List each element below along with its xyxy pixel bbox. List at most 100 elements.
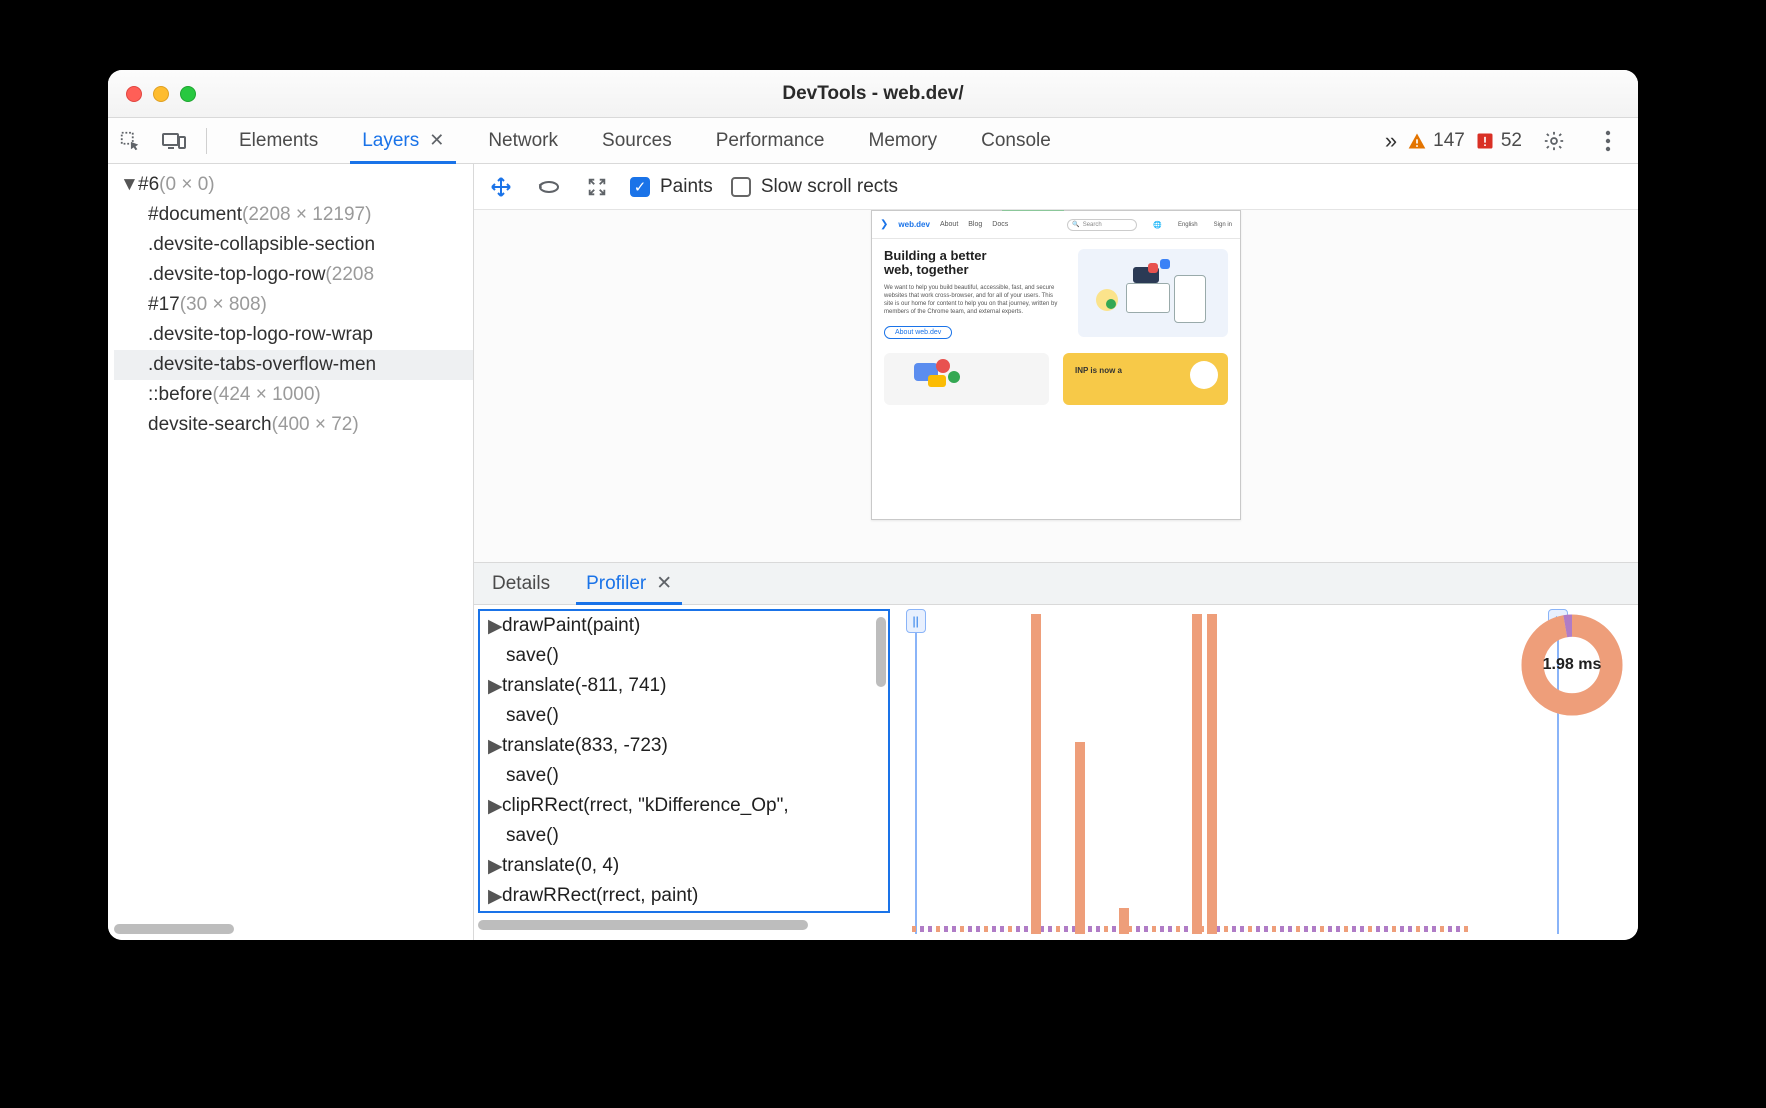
card-title: INP is now a <box>1075 366 1122 375</box>
window-title: DevTools - web.dev/ <box>108 83 1638 105</box>
pan-icon[interactable] <box>486 172 516 202</box>
tab-label: Elements <box>239 130 318 152</box>
tree-item[interactable]: devsite-search(400 × 72) <box>114 410 473 440</box>
caret-right-icon: ▶ <box>488 855 502 878</box>
timeline-bar <box>1075 742 1085 934</box>
layers-tree[interactable]: ▼ #6 (0 × 0) #document(2208 × 12197) .de… <box>108 164 473 440</box>
tab-label: Console <box>981 130 1051 152</box>
nav-item: Blog <box>968 221 982 228</box>
call-row[interactable]: ▶translate(-811, 741) <box>480 671 888 701</box>
close-window-button[interactable] <box>126 86 142 102</box>
tab-label: Profiler <box>586 573 646 595</box>
range-handle-left[interactable]: || <box>915 609 917 934</box>
preview-dropdown: Patterns Case studies <box>1002 210 1064 211</box>
tab-label: Performance <box>716 130 825 152</box>
tab-console[interactable]: Console <box>959 118 1073 163</box>
tree-root[interactable]: ▼ #6 (0 × 0) <box>114 170 473 200</box>
tree-item[interactable]: .devsite-top-logo-row(2208 <box>114 260 473 290</box>
inspect-element-icon[interactable] <box>112 123 148 159</box>
call-row[interactable]: ▶translate(833, -723) <box>480 731 888 761</box>
tree-label: #17 <box>148 294 180 316</box>
checkbox-checked-icon: ✓ <box>630 177 650 197</box>
tab-label: Details <box>492 573 550 595</box>
chevron-right-icon: ❯ <box>880 219 888 230</box>
checkbox-label: Paints <box>660 176 713 198</box>
minimize-window-button[interactable] <box>153 86 169 102</box>
rotate-icon[interactable] <box>534 172 564 202</box>
calls-scrollbar[interactable] <box>478 919 890 931</box>
kebab-menu-icon[interactable] <box>1590 123 1626 159</box>
call-row[interactable]: ▶drawPaint(paint) <box>480 611 888 641</box>
nav-item: Docs <box>992 221 1008 228</box>
tab-details[interactable]: Details <box>474 563 568 604</box>
warnings-number: 147 <box>1433 130 1465 152</box>
reset-view-icon[interactable] <box>582 172 612 202</box>
call-text: drawPaint(paint) <box>502 615 640 637</box>
paint-timeline[interactable]: || || 1.98 ms <box>900 609 1630 934</box>
timeline-bar <box>1192 614 1202 934</box>
search-placeholder: Search <box>1083 222 1102 228</box>
call-text: save() <box>506 765 559 787</box>
tree-label: .devsite-top-logo-row <box>148 264 325 286</box>
tab-elements[interactable]: Elements <box>217 118 340 163</box>
settings-icon[interactable] <box>1536 123 1572 159</box>
tab-layers[interactable]: Layers ✕ <box>340 118 466 163</box>
call-row[interactable]: save() <box>480 701 888 731</box>
titlebar: DevTools - web.dev/ <box>108 70 1638 118</box>
tab-profiler[interactable]: Profiler ✕ <box>568 563 690 604</box>
call-row[interactable]: ▶clipRRect(rrect, "kDifference_Op", <box>480 791 888 821</box>
call-row[interactable]: save() <box>480 761 888 791</box>
search-box: 🔍 Search <box>1067 219 1137 231</box>
divider <box>206 128 207 154</box>
preview-header: ❯ web.dev About Blog Docs 🔍Search 🌐 Engl… <box>872 211 1240 239</box>
caret-right-icon: ▶ <box>488 795 502 818</box>
checkbox-empty-icon: ✓ <box>731 177 751 197</box>
preview-card <box>884 353 1049 405</box>
tree-item-selected[interactable]: .devsite-tabs-overflow-men <box>114 350 473 380</box>
tree-dims: (2208 × 12197) <box>242 204 371 226</box>
call-text: save() <box>506 645 559 667</box>
more-tabs-button[interactable]: » <box>1385 128 1397 154</box>
tree-item[interactable]: #document(2208 × 12197) <box>114 200 473 230</box>
tree-item[interactable]: #17(30 × 808) <box>114 290 473 320</box>
errors-number: 52 <box>1501 130 1522 152</box>
page-preview: Patterns Case studies ❯ web.dev About Bl… <box>871 210 1241 520</box>
slow-scroll-checkbox[interactable]: ✓ Slow scroll rects <box>731 176 898 198</box>
tab-memory[interactable]: Memory <box>847 118 960 163</box>
panel-body: ▼ #6 (0 × 0) #document(2208 × 12197) .de… <box>108 164 1638 940</box>
call-row[interactable]: ▶drawRRect(rrect, paint) <box>480 881 888 911</box>
call-row[interactable]: save() <box>480 641 888 671</box>
call-row[interactable]: save() <box>480 821 888 851</box>
call-text: save() <box>506 705 559 727</box>
close-icon[interactable]: ✕ <box>656 572 672 595</box>
errors-count[interactable]: 52 <box>1475 130 1522 152</box>
call-row[interactable]: ▶translate(0, 4) <box>480 851 888 881</box>
layers-3d-view[interactable]: Patterns Case studies ❯ web.dev About Bl… <box>474 210 1638 562</box>
close-icon[interactable]: ✕ <box>429 130 444 151</box>
paint-call-list[interactable]: ▶drawPaint(paint) save() ▶translate(-811… <box>478 609 890 913</box>
layers-tree-sidebar: ▼ #6 (0 × 0) #document(2208 × 12197) .de… <box>108 164 474 940</box>
call-text: translate(-811, 741) <box>502 675 666 697</box>
device-toolbar-icon[interactable] <box>156 123 192 159</box>
tree-item[interactable]: ::before(424 × 1000) <box>114 380 473 410</box>
paints-checkbox[interactable]: ✓ Paints <box>630 176 713 198</box>
tree-label: devsite-search <box>148 414 272 436</box>
tab-network[interactable]: Network <box>466 118 580 163</box>
scrollbar[interactable] <box>876 617 886 687</box>
warnings-count[interactable]: 147 <box>1407 130 1465 152</box>
zoom-window-button[interactable] <box>180 86 196 102</box>
search-icon: 🔍 <box>1072 221 1079 228</box>
tree-item[interactable]: .devsite-top-logo-row-wrap <box>114 320 473 350</box>
hero-line1: Building a better <box>884 248 987 263</box>
call-text: drawRRect(rrect, paint) <box>502 885 698 907</box>
tab-sources[interactable]: Sources <box>580 118 694 163</box>
call-text: save() <box>506 825 559 847</box>
tree-label: .devsite-tabs-overflow-men <box>148 354 376 376</box>
tab-performance[interactable]: Performance <box>694 118 847 163</box>
preview-card: INP is now a <box>1063 353 1228 405</box>
sidebar-scrollbar[interactable] <box>114 924 461 934</box>
nav-item: About <box>940 221 958 228</box>
signin-label: Sign in <box>1214 222 1232 228</box>
timeline-bar <box>1207 614 1217 934</box>
tree-item[interactable]: .devsite-collapsible-section <box>114 230 473 260</box>
